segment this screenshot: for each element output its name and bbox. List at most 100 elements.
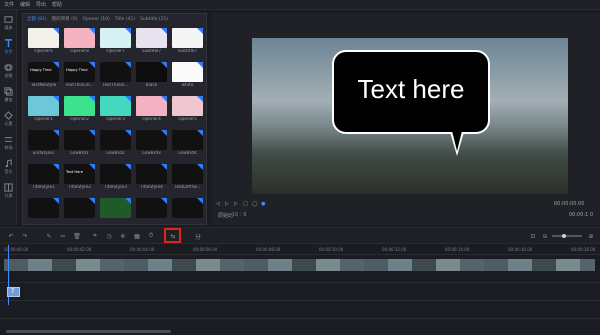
download-badge-icon <box>197 198 203 204</box>
menu-export[interactable]: 导出 <box>36 1 46 8</box>
template-tile[interactable]: Opener5 <box>172 96 203 123</box>
track-frame <box>244 259 268 271</box>
video-track[interactable] <box>4 259 595 271</box>
template-tile[interactable]: LowBrd1 <box>64 130 95 157</box>
template-thumbnail <box>100 62 131 82</box>
sidebar-item-transition[interactable]: 转场 <box>0 132 17 154</box>
template-tile[interactable]: black <box>136 62 167 89</box>
template-tile[interactable]: TextThinel... <box>100 62 131 89</box>
freeze-icon[interactable]: ❄ <box>118 231 128 241</box>
template-label: TitleStyle3 <box>104 185 127 190</box>
template-tile[interactable]: Happy Time TextNoStyle <box>28 62 59 89</box>
undo-icon[interactable]: ↶ <box>6 231 16 241</box>
stop-icon[interactable]: □ <box>243 201 248 207</box>
template-tile[interactable]: Opener6 <box>28 28 59 55</box>
sidebar-item-filter[interactable]: 滤镜 <box>0 60 17 82</box>
zoom-fit-icon[interactable]: ⊡ <box>528 231 538 241</box>
template-tile[interactable]: Opener1 <box>28 96 59 123</box>
download-badge-icon <box>125 198 131 204</box>
template-tile[interactable]: EndStyle1 <box>28 130 59 157</box>
zoom-in-icon[interactable]: ⊕ <box>586 231 596 241</box>
download-badge-icon <box>197 130 203 136</box>
template-tile[interactable] <box>136 198 167 225</box>
tab-all[interactable]: 全部 (81) <box>27 16 47 24</box>
snapshot-icon[interactable]: ◯ <box>252 201 258 207</box>
template-thumbnail <box>172 62 203 82</box>
template-tile[interactable]: TitleStyle3 <box>100 164 131 191</box>
progress-dot-icon[interactable]: ● <box>261 201 265 207</box>
tab-opener[interactable]: Opener (10) <box>82 16 109 24</box>
template-tile[interactable]: Opener7 <box>100 28 131 55</box>
sidebar-item-music[interactable]: 音乐 <box>0 156 17 178</box>
menu-file[interactable]: 文件 <box>4 1 14 8</box>
sidebar-item-element[interactable]: 元素 <box>0 108 17 130</box>
timeline-scrollbar[interactable] <box>6 330 171 333</box>
tab-subtitle[interactable]: Subtitle (21) <box>140 16 168 24</box>
split-button[interactable]: 分 <box>188 231 208 241</box>
ratio-select[interactable]: 16 : 9 <box>232 212 246 218</box>
sidebar-item-split[interactable]: 分屏 <box>0 180 17 202</box>
menu-edit[interactable]: 编辑 <box>20 1 30 8</box>
tab-my-projects[interactable]: 我的项目 (0) <box>52 16 78 24</box>
template-label: TitleStyle2 <box>68 185 91 190</box>
prev-frame-icon[interactable]: ◁ <box>216 201 220 207</box>
library-tabs: 全部 (81) 我的项目 (0) Opener (10) Title (41) … <box>27 16 168 24</box>
template-tile[interactable]: Subtitle7 <box>172 28 203 55</box>
template-thumbnail <box>136 130 167 150</box>
download-badge-icon <box>197 28 203 34</box>
download-badge-icon <box>89 164 95 170</box>
template-tile[interactable]: Text Here TitleStyle2 <box>64 164 95 191</box>
sidebar-item-text[interactable]: 文字 <box>0 36 17 58</box>
track-frame <box>556 259 580 271</box>
time-ruler[interactable]: 00:00:00.00 00:00:02.00 00:00:04.00 00:00:0… <box>0 245 600 255</box>
sidebar-item-overlay[interactable]: 叠加 <box>0 84 17 106</box>
speed-icon[interactable]: ◷ <box>104 231 114 241</box>
menu-help[interactable]: 帮助 <box>52 1 62 8</box>
zoom-out-icon[interactable]: ⊖ <box>540 231 550 241</box>
template-tile[interactable] <box>64 198 95 225</box>
template-tile[interactable]: TitleStyle1 <box>28 164 59 191</box>
delete-icon[interactable]: 🗑 <box>72 231 82 241</box>
text-clip[interactable]: T <box>7 287 20 297</box>
bubble-text[interactable]: Text here <box>332 74 490 105</box>
template-tile[interactable]: Happy Time TextThinLin... <box>64 62 95 89</box>
template-tile[interactable] <box>172 198 203 225</box>
download-badge-icon <box>125 130 131 136</box>
crop-icon[interactable]: ⌗ <box>90 231 100 241</box>
track-frame <box>28 259 52 271</box>
template-tile[interactable]: TextLeftTw... <box>172 164 203 191</box>
split-icon <box>4 183 13 192</box>
template-tile[interactable]: Subtitle7 <box>136 28 167 55</box>
timeline: 00:00:00.00 00:00:02.00 00:00:04.00 00:00:0… <box>0 245 600 335</box>
cut-icon[interactable]: ✂ <box>58 231 68 241</box>
edit-icon[interactable]: ✎ <box>44 231 54 241</box>
template-label: Opener4 <box>142 117 161 122</box>
duration-icon[interactable]: ⏱ <box>146 231 156 241</box>
template-tile[interactable] <box>100 198 131 225</box>
template-tile[interactable]: TitleStyle4 <box>136 164 167 191</box>
download-badge-icon <box>89 28 95 34</box>
template-tile[interactable]: LowBrd4 <box>172 130 203 157</box>
ruler-tick: 00:00:02.00 <box>67 247 92 252</box>
template-tile[interactable]: Opener2 <box>64 96 95 123</box>
play-icon[interactable]: ▷ <box>225 201 229 207</box>
next-frame-icon[interactable]: ▷ <box>234 201 238 207</box>
template-tile[interactable]: LowBrd2 <box>100 130 131 157</box>
tab-title[interactable]: Title (41) <box>115 16 135 24</box>
template-tile[interactable]: Opener4 <box>136 96 167 123</box>
template-label: black <box>145 83 158 88</box>
template-tile[interactable]: Opener8 <box>64 28 95 55</box>
menu-bar: 文件 编辑 导出 帮助 <box>0 0 600 10</box>
template-tile[interactable]: white <box>172 62 203 89</box>
track-frame <box>172 259 196 271</box>
download-badge-icon <box>53 62 59 68</box>
template-tile[interactable] <box>28 198 59 225</box>
template-tile[interactable]: LowBrd3 <box>136 130 167 157</box>
template-label: Opener2 <box>70 117 89 122</box>
sidebar-item-media[interactable]: 媒体 <box>0 12 17 34</box>
redo-icon[interactable]: ↷ <box>20 231 30 241</box>
zoom-slider[interactable] <box>552 231 582 241</box>
template-tile[interactable]: Opener3 <box>100 96 131 123</box>
mosaic-icon[interactable]: ▦ <box>132 231 142 241</box>
template-thumbnail <box>28 198 59 218</box>
